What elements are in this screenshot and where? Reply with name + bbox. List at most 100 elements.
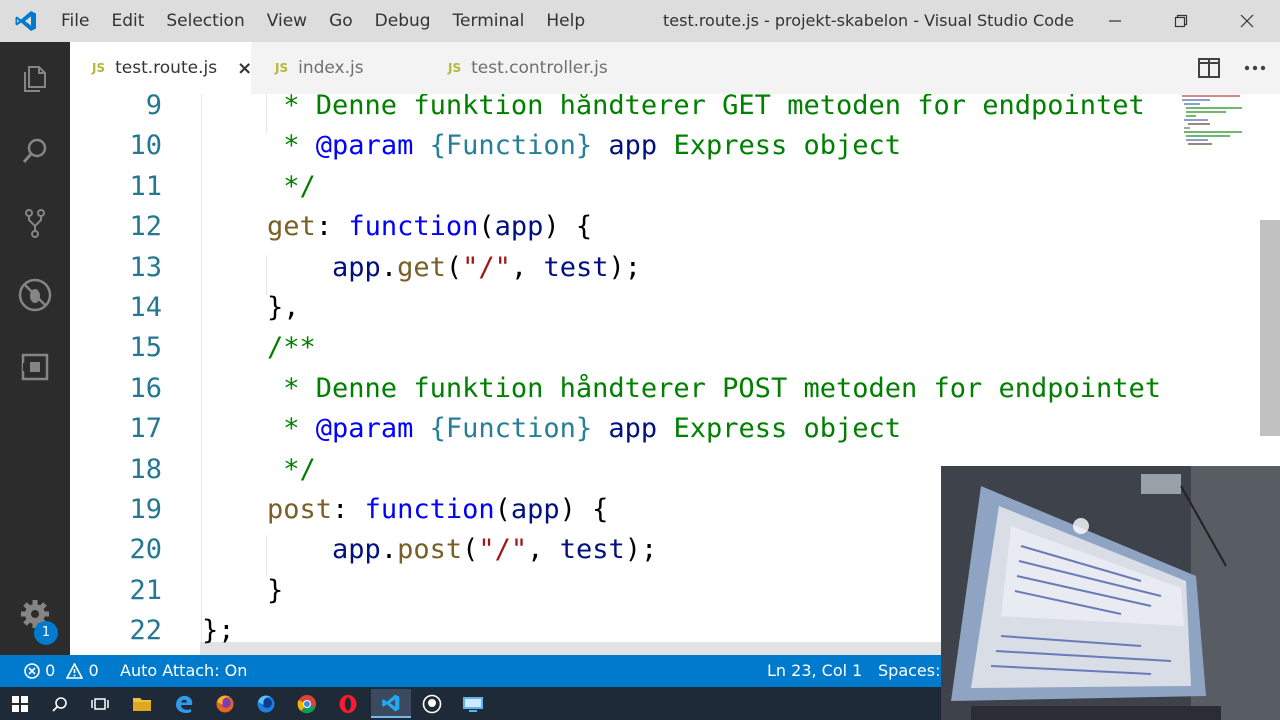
line-number: 11 <box>129 170 162 202</box>
code-token: post <box>397 534 463 566</box>
extensions-icon[interactable] <box>11 343 59 391</box>
taskbar-search-icon[interactable] <box>40 689 80 718</box>
code-token: . <box>380 251 398 283</box>
error-icon <box>24 663 40 679</box>
menu-go[interactable]: Go <box>318 0 364 42</box>
code-token: * <box>202 413 316 445</box>
code-line[interactable]: 12 get: function(app) { <box>70 207 1180 247</box>
line-number: 14 <box>129 292 162 323</box>
code-token: @param <box>315 413 414 445</box>
windows-start-icon[interactable] <box>0 689 40 718</box>
code-token: , <box>527 534 560 566</box>
menu-debug[interactable]: Debug <box>364 0 442 42</box>
task-view-icon[interactable] <box>80 689 120 718</box>
minimap[interactable] <box>1180 94 1260 194</box>
code-line[interactable]: 10 * @param {Function} app Express objec… <box>70 126 1180 166</box>
code-text: */ <box>202 450 316 490</box>
line-number: 19 <box>129 494 162 525</box>
auto-attach-status[interactable]: Auto Attach: On <box>120 655 247 687</box>
menu-edit[interactable]: Edit <box>100 0 155 42</box>
debug-icon[interactable] <box>11 271 59 319</box>
split-editor-button[interactable] <box>1197 56 1221 80</box>
menu-view[interactable]: View <box>256 0 318 42</box>
code-line[interactable]: 9 * Denne funktion håndterer GET metoden… <box>70 94 1180 126</box>
tab-test-controller-js[interactable]: JS test.controller.js <box>426 42 644 94</box>
code-token: . <box>380 534 398 566</box>
code-text: */ <box>202 167 316 207</box>
code-token: post <box>267 494 333 525</box>
firefox-developer-icon[interactable] <box>246 689 286 718</box>
code-token: app <box>332 534 381 566</box>
search-icon[interactable] <box>11 127 59 175</box>
github-desktop-icon[interactable] <box>412 689 452 718</box>
tab-test-route-js[interactable]: JS test.route.js × <box>70 42 252 94</box>
close-icon <box>1240 14 1254 28</box>
line-number: 18 <box>129 453 162 485</box>
restore-button[interactable] <box>1148 0 1214 42</box>
line-number: 17 <box>129 413 162 445</box>
code-token: @param <box>315 130 414 162</box>
close-tab-icon[interactable]: × <box>237 58 252 79</box>
code-token: */ <box>202 170 316 202</box>
code-line[interactable]: 13 app.get("/", test); <box>70 248 1180 288</box>
chrome-icon[interactable] <box>287 689 327 718</box>
code-token: * <box>202 130 316 162</box>
window-title: test.route.js - projekt-skabelon - Visua… <box>663 11 1074 30</box>
edge-browser-icon[interactable] <box>164 689 204 718</box>
error-count: 0 <box>45 661 56 680</box>
more-actions-button[interactable] <box>1243 56 1267 80</box>
tab-index-js[interactable]: JS index.js <box>253 42 425 94</box>
code-line[interactable]: 17 * @param {Function} app Express objec… <box>70 409 1180 449</box>
menu-terminal[interactable]: Terminal <box>442 0 536 42</box>
line-number: 20 <box>129 534 162 566</box>
cursor-position[interactable]: Ln 23, Col 1 <box>767 655 862 687</box>
code-token: "/" <box>478 534 528 566</box>
code-token: ); <box>624 534 658 566</box>
code-token: app <box>510 494 560 525</box>
menu-selection[interactable]: Selection <box>155 0 255 42</box>
problems-indicator[interactable]: 0 0 <box>24 655 99 687</box>
code-line[interactable]: 14 }, <box>70 288 1180 328</box>
code-token: Express object <box>657 130 902 162</box>
code-token: test <box>559 534 625 566</box>
line-number: 9 <box>145 94 162 121</box>
file-explorer-icon[interactable] <box>122 689 162 718</box>
menu-help[interactable]: Help <box>535 0 596 42</box>
code-token: }, <box>202 292 300 323</box>
tab-label: index.js <box>298 58 364 78</box>
code-text: * @param {Function} app Express object <box>202 409 901 449</box>
line-number: 15 <box>129 332 162 364</box>
line-number: 10 <box>129 130 162 162</box>
code-line[interactable]: 11 */ <box>70 167 1180 207</box>
code-token: {Function} <box>413 413 593 445</box>
code-text: /** <box>202 328 316 368</box>
editor-tabs: JS test.route.js × JS index.js JS test.c… <box>70 42 1280 94</box>
menu-file[interactable]: File <box>50 0 100 42</box>
minimize-button[interactable] <box>1082 0 1148 42</box>
vertical-scrollbar-thumb[interactable] <box>1260 220 1280 436</box>
opera-icon[interactable] <box>328 689 368 718</box>
code-token: : <box>315 211 349 243</box>
code-line[interactable]: 16 * Denne funktion håndterer POST metod… <box>70 369 1180 409</box>
line-number: 12 <box>129 211 162 243</box>
line-number: 21 <box>129 574 162 606</box>
code-token: ( <box>462 534 479 566</box>
code-text: * @param {Function} app Express object <box>202 126 901 166</box>
tab-label: test.controller.js <box>471 58 608 78</box>
remote-desktop-icon[interactable] <box>453 689 493 718</box>
source-control-icon[interactable] <box>11 199 59 247</box>
code-token: /** <box>202 332 316 364</box>
explorer-icon[interactable] <box>11 55 59 103</box>
code-token: ( <box>445 251 463 283</box>
code-text: * Denne funktion håndterer POST metoden … <box>202 369 1161 409</box>
firefox-icon[interactable] <box>205 689 245 718</box>
vscode-taskbar-icon[interactable] <box>371 689 411 718</box>
code-token: function <box>348 211 479 243</box>
close-window-button[interactable] <box>1214 0 1280 42</box>
code-token: app <box>592 130 658 162</box>
code-token: * Denne funktion håndterer POST metoden … <box>202 372 1162 404</box>
code-text: }, <box>202 288 300 328</box>
code-line[interactable]: 15 /** <box>70 328 1180 368</box>
